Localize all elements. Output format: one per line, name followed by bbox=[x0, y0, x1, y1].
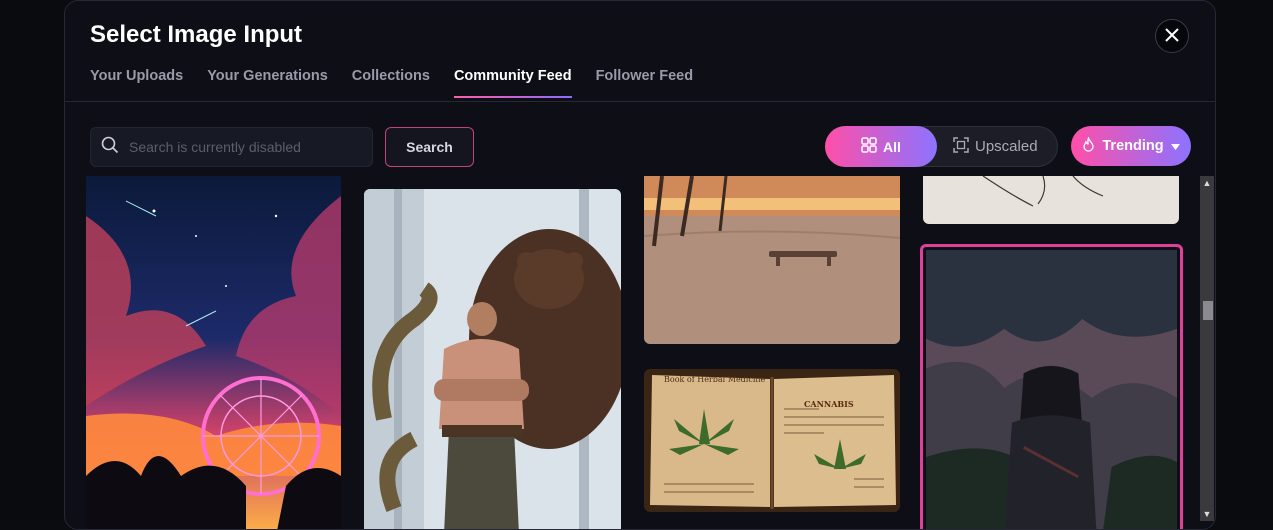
select-image-modal: Select Image Input Your Uploads Your Gen… bbox=[64, 0, 1216, 530]
header-divider bbox=[65, 101, 1215, 102]
gallery-image-dark-warrior[interactable] bbox=[920, 244, 1183, 530]
sort-label: Trending bbox=[1102, 138, 1163, 154]
gallery-image-bodybuilder[interactable] bbox=[364, 189, 621, 530]
tab-collections[interactable]: Collections bbox=[352, 68, 430, 98]
tab-bar: Your Uploads Your Generations Collection… bbox=[90, 68, 717, 98]
search-icon bbox=[101, 136, 119, 159]
scroll-up-arrow-icon[interactable]: ▲ bbox=[1200, 176, 1214, 190]
scrollbar-thumb[interactable] bbox=[1203, 301, 1213, 320]
search-box bbox=[90, 127, 373, 167]
gallery-image-beach-sunset[interactable] bbox=[644, 176, 900, 344]
search-button[interactable]: Search bbox=[385, 127, 474, 167]
tab-your-generations[interactable]: Your Generations bbox=[207, 68, 328, 98]
close-icon bbox=[1165, 25, 1179, 48]
chevron-down-icon bbox=[1171, 138, 1180, 154]
gallery-image-herbal-book[interactable]: Book of Herbal Medicine CANNABIS bbox=[644, 369, 900, 512]
close-button[interactable] bbox=[1155, 19, 1189, 53]
grid-icon bbox=[861, 137, 877, 156]
tab-community-feed[interactable]: Community Feed bbox=[454, 68, 572, 98]
modal-title: Select Image Input bbox=[90, 21, 302, 49]
filter-all-button[interactable]: All bbox=[825, 126, 937, 167]
type-filter-toggle: All Upscaled bbox=[825, 126, 1058, 167]
gallery-image-sketch[interactable] bbox=[923, 176, 1179, 224]
upscale-icon bbox=[953, 137, 969, 157]
book-right-page-text: CANNABIS bbox=[804, 399, 854, 409]
filter-all-label: All bbox=[883, 139, 901, 155]
filter-upscaled-label: Upscaled bbox=[975, 138, 1038, 155]
sort-dropdown[interactable]: Trending bbox=[1071, 126, 1191, 166]
image-gallery: Book of Herbal Medicine CANNABIS bbox=[65, 176, 1200, 530]
search-input[interactable] bbox=[129, 139, 359, 155]
gallery-scrollbar[interactable]: ▲ ▼ bbox=[1200, 176, 1214, 521]
flame-icon bbox=[1082, 137, 1095, 156]
tab-your-uploads[interactable]: Your Uploads bbox=[90, 68, 183, 98]
scroll-down-arrow-icon[interactable]: ▼ bbox=[1200, 507, 1214, 521]
gallery-image-ferris-wheel[interactable] bbox=[86, 176, 341, 530]
book-left-page-text: Book of Herbal Medicine bbox=[664, 375, 765, 384]
tab-follower-feed[interactable]: Follower Feed bbox=[596, 68, 694, 98]
filter-upscaled-button[interactable]: Upscaled bbox=[953, 137, 1038, 157]
